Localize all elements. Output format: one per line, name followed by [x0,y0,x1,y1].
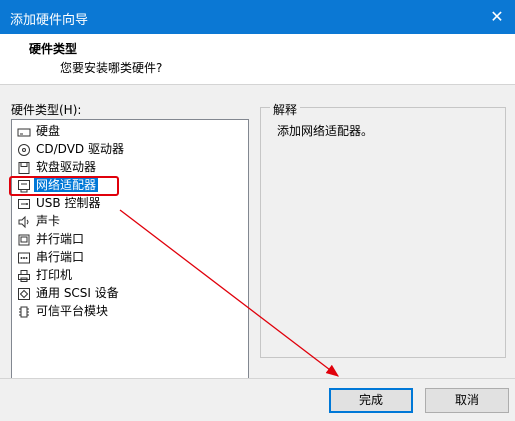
speaker-icon [18,215,29,228]
hardware-type-list[interactable]: 硬盘 CD/DVD 驱动器 软盘驱动器 网络适配器 USB 控制器 声卡 并行端… [11,119,249,385]
list-item-serial-port[interactable]: 串行端口 [17,249,86,266]
wizard-header: 硬件类型 您要安装哪类硬件? [0,34,515,85]
close-icon[interactable]: ✕ [485,5,509,29]
list-item-parallel-port[interactable]: 并行端口 [17,231,86,248]
floppy-icon [18,161,30,174]
hardware-type-label: 硬件类型(H): [11,103,82,117]
list-item-label: 打印机 [36,268,73,282]
hard-disk-icon [17,128,31,136]
printer-icon [18,269,30,282]
finish-button[interactable]: 完成 [329,388,413,413]
parallel-port-icon [18,234,30,245]
list-item-label: 软盘驱动器 [36,160,97,174]
list-item-sound-card[interactable]: 声卡 [17,213,62,230]
cd-dvd-icon [18,143,30,156]
list-item-label: 通用 SCSI 设备 [36,286,119,300]
annotation-highlight-box [9,176,119,196]
explanation-title: 解释 [270,101,301,118]
list-item-floppy[interactable]: 软盘驱动器 [17,159,98,176]
window-title: 添加硬件向导 [10,13,89,28]
scsi-icon [18,287,30,300]
list-item-scsi[interactable]: 通用 SCSI 设备 [17,285,121,302]
list-item-hard-disk[interactable]: 硬盘 [17,123,62,140]
list-item-label: 声卡 [36,214,61,228]
explanation-group [260,107,506,358]
list-item-printer[interactable]: 打印机 [17,267,74,284]
list-item-label: 硬盘 [36,124,61,138]
title-bar: 添加硬件向导 ✕ [0,0,515,34]
list-item-cd-dvd[interactable]: CD/DVD 驱动器 [17,141,126,158]
explanation-text: 添加网络适配器。 [277,124,374,138]
page-question: 您要安装哪类硬件? [60,61,163,75]
usb-icon [18,198,30,209]
serial-port-icon [18,252,30,263]
page-heading: 硬件类型 [29,42,78,56]
list-item-label: CD/DVD 驱动器 [36,142,124,156]
list-item-tpm[interactable]: 可信平台模块 [17,303,110,320]
list-item-label: 串行端口 [36,250,85,264]
cancel-button[interactable]: 取消 [425,388,509,413]
list-item-usb[interactable]: USB 控制器 [17,195,102,212]
list-item-label: USB 控制器 [36,196,101,210]
list-item-label: 并行端口 [36,232,85,246]
tpm-icon [19,306,29,317]
list-item-label: 可信平台模块 [36,304,109,318]
